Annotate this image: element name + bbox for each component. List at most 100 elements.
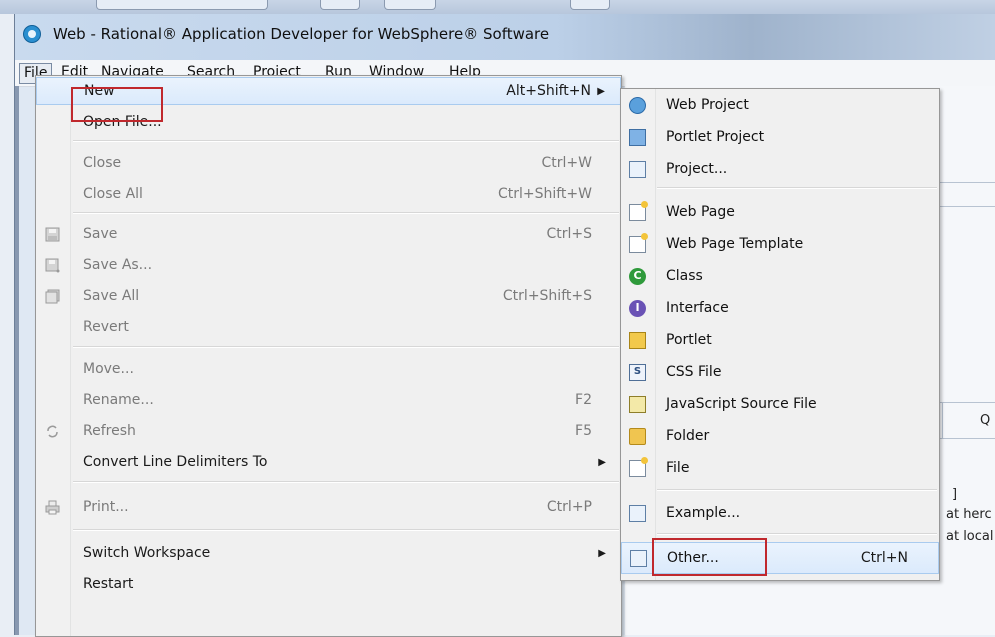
menu-separator xyxy=(657,533,937,535)
menu-item-save[interactable]: Save Ctrl+S xyxy=(36,221,621,249)
menu-item-label: Move... xyxy=(83,361,134,377)
menu-item-revert[interactable]: Revert xyxy=(36,314,621,342)
menu-item-shortcut: Ctrl+Shift+S xyxy=(502,288,592,304)
css-file-icon: S xyxy=(629,364,646,381)
annotation-box-new xyxy=(71,87,163,122)
background-window-tab xyxy=(570,0,610,10)
menu-item-close-all[interactable]: Close All Ctrl+Shift+W xyxy=(36,181,621,209)
save-all-icon xyxy=(45,289,60,304)
submenu-item-portlet[interactable]: Portlet xyxy=(621,325,939,357)
web-page-template-icon xyxy=(629,233,648,253)
background-window-tab xyxy=(96,0,268,10)
menu-item-label: Close All xyxy=(83,186,143,202)
web-page-icon xyxy=(629,201,648,221)
desktop-strip xyxy=(0,0,995,14)
save-as-icon xyxy=(45,258,60,273)
print-icon xyxy=(45,500,60,515)
menu-item-label: Save As... xyxy=(83,257,153,273)
menu-item-label: Save xyxy=(83,226,118,242)
menu-separator xyxy=(73,481,619,483)
divider xyxy=(942,402,943,438)
menu-item-rename[interactable]: Rename... F2 xyxy=(36,387,621,415)
app-icon xyxy=(23,25,41,43)
menu-item-label: Save All xyxy=(83,288,140,304)
submenu-item-web-page[interactable]: Web Page xyxy=(621,197,939,229)
submenu-arrow-icon: ▶ xyxy=(598,457,606,468)
submenu-item-web-page-template[interactable]: Web Page Template xyxy=(621,229,939,261)
console-line-1: at herc xyxy=(946,507,992,522)
web-project-icon xyxy=(629,97,646,114)
submenu-item-example[interactable]: Example... xyxy=(621,498,939,530)
submenu-arrow-icon: ▶ xyxy=(597,86,605,97)
submenu-item-label: Example... xyxy=(666,505,741,521)
menu-separator xyxy=(73,212,619,214)
submenu-item-label: CSS File xyxy=(666,364,722,380)
submenu-item-label: Portlet Project xyxy=(666,129,765,145)
submenu-item-interface[interactable]: I Interface xyxy=(621,293,939,325)
submenu-arrow-icon: ▶ xyxy=(598,548,606,559)
file-menu: New Alt+Shift+N ▶ Open File... Close Ctr… xyxy=(35,75,622,637)
menu-item-close[interactable]: Close Ctrl+W xyxy=(36,150,621,178)
menu-item-label: Print... xyxy=(83,499,129,515)
save-icon xyxy=(45,227,60,242)
window-title: Web - Rational® Application Developer fo… xyxy=(53,25,550,43)
menu-item-label: Close xyxy=(83,155,122,171)
javascript-file-icon xyxy=(629,396,646,413)
menu-item-shortcut: Ctrl+Shift+W xyxy=(497,186,592,202)
refresh-icon xyxy=(47,425,58,438)
submenu-item-label: Portlet xyxy=(666,332,712,348)
annotation-box-other xyxy=(652,538,767,576)
interface-icon: I xyxy=(629,300,646,317)
submenu-item-label: Web Project xyxy=(666,97,749,113)
other-icon xyxy=(630,550,647,567)
view-tab-fragment: Q xyxy=(980,413,991,428)
folder-icon xyxy=(629,428,646,445)
portlet-project-icon xyxy=(629,129,646,146)
menu-item-refresh[interactable]: Refresh F5 xyxy=(36,418,621,446)
menu-item-convert-line-delimiters[interactable]: Convert Line Delimiters To ▶ xyxy=(36,449,621,477)
submenu-item-javascript-file[interactable]: JavaScript Source File xyxy=(621,389,939,421)
submenu-item-file[interactable]: File xyxy=(621,453,939,485)
submenu-item-web-project[interactable]: Web Project xyxy=(621,90,939,122)
submenu-item-class[interactable]: C Class xyxy=(621,261,939,293)
background-window-tab xyxy=(320,0,360,10)
background-window-tab xyxy=(384,0,436,10)
example-icon xyxy=(629,505,646,522)
project-icon xyxy=(629,161,646,178)
menu-item-label: Rename... xyxy=(83,392,154,408)
submenu-item-portlet-project[interactable]: Portlet Project xyxy=(621,122,939,154)
submenu-item-label: Project... xyxy=(666,161,728,177)
new-submenu: Web Project Portlet Project Project... W… xyxy=(620,88,940,581)
menu-item-label: Convert Line Delimiters To xyxy=(83,454,268,470)
menu-item-shortcut: Ctrl+P xyxy=(546,499,592,515)
menu-separator xyxy=(657,187,937,189)
submenu-item-label: Class xyxy=(666,268,703,284)
submenu-item-label: Folder xyxy=(666,428,710,444)
menu-item-shortcut: Ctrl+W xyxy=(541,155,592,171)
menu-item-save-as[interactable]: Save As... xyxy=(36,252,621,280)
menu-item-save-all[interactable]: Save All Ctrl+Shift+S xyxy=(36,283,621,311)
console-line-2: at local xyxy=(946,529,994,544)
submenu-item-label: Web Page Template xyxy=(666,236,804,252)
class-icon: C xyxy=(629,268,646,285)
submenu-item-css-file[interactable]: S CSS File xyxy=(621,357,939,389)
left-edge xyxy=(15,86,19,635)
submenu-item-shortcut: Ctrl+N xyxy=(860,550,908,566)
menu-item-move[interactable]: Move... xyxy=(36,356,621,384)
submenu-item-label: JavaScript Source File xyxy=(666,396,817,412)
menu-separator xyxy=(73,140,619,142)
menu-item-shortcut: F2 xyxy=(575,392,592,408)
submenu-item-label: Interface xyxy=(666,300,729,316)
menu-item-shortcut: Alt+Shift+N xyxy=(506,83,591,99)
menu-separator xyxy=(657,489,937,491)
submenu-item-folder[interactable]: Folder xyxy=(621,421,939,453)
submenu-item-project[interactable]: Project... xyxy=(621,154,939,186)
submenu-item-label: Web Page xyxy=(666,204,735,220)
menu-item-label: Refresh xyxy=(83,423,136,439)
title-bar[interactable]: Web - Rational® Application Developer fo… xyxy=(15,14,995,60)
menu-item-restart[interactable]: Restart xyxy=(36,571,621,599)
portlet-icon xyxy=(629,332,646,349)
menu-item-print[interactable]: Print... Ctrl+P xyxy=(36,494,621,522)
menu-item-switch-workspace[interactable]: Switch Workspace ▶ xyxy=(36,540,621,568)
submenu-item-label: File xyxy=(666,460,690,476)
